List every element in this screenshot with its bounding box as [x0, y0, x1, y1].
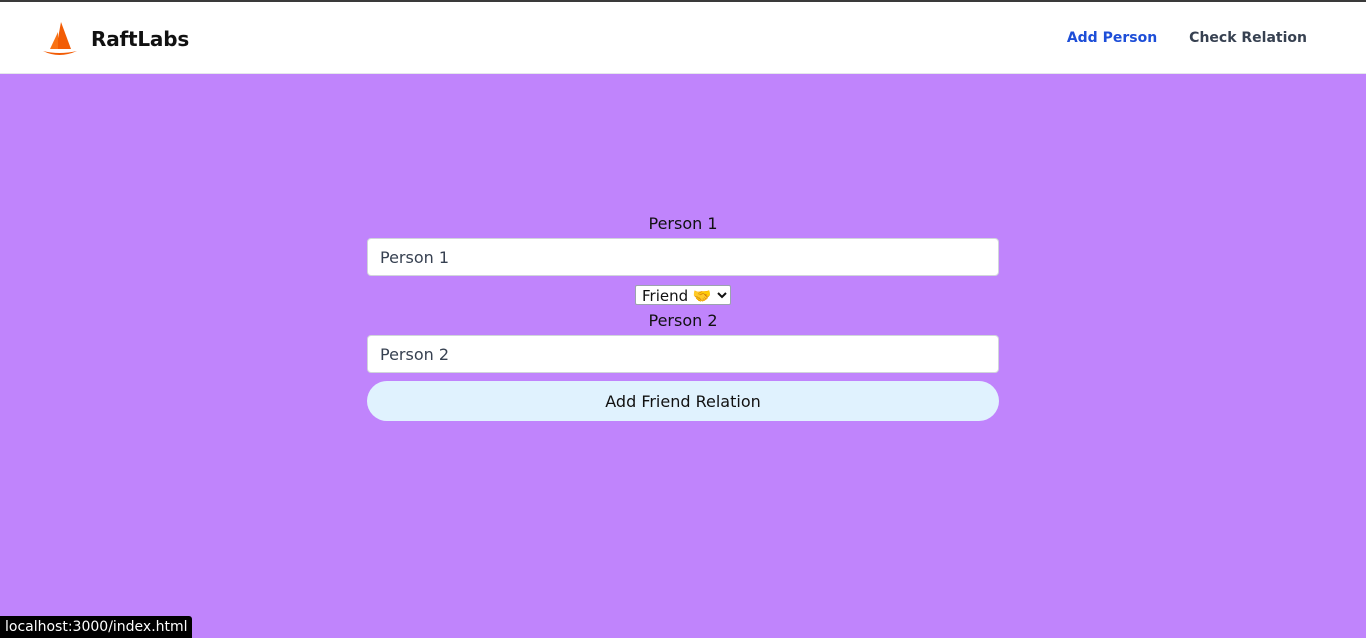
person1-input[interactable]: [367, 238, 999, 276]
nav-link-check-relation[interactable]: Check Relation: [1189, 26, 1307, 50]
brand-name: RaftLabs: [91, 27, 190, 51]
person2-label: Person 2: [648, 311, 718, 330]
nav-links: Add Person Check Relation: [1067, 26, 1307, 50]
add-relation-form: Person 1 Friend 🤝 Person 2 Add Friend Re…: [367, 210, 999, 421]
sailboat-logo-icon: [43, 22, 77, 55]
person1-label: Person 1: [648, 214, 718, 233]
status-bar-url: localhost:3000/index.html: [0, 616, 192, 638]
person2-input[interactable]: [367, 335, 999, 373]
relation-select[interactable]: Friend 🤝: [635, 285, 731, 305]
relation-select-row: Friend 🤝: [367, 283, 999, 307]
brand-link[interactable]: RaftLabs: [41, 19, 189, 59]
add-relation-button[interactable]: Add Friend Relation: [367, 381, 999, 421]
nav-link-add-person[interactable]: Add Person: [1067, 26, 1157, 50]
navbar: RaftLabs Add Person Check Relation: [0, 2, 1366, 74]
